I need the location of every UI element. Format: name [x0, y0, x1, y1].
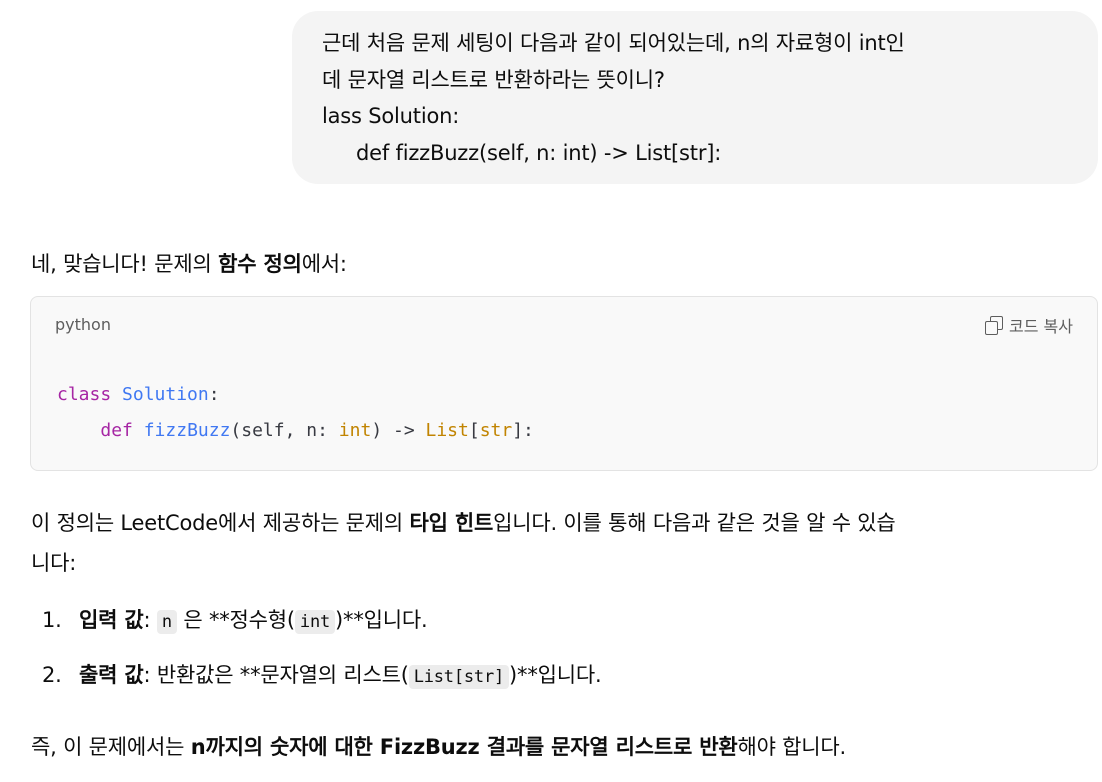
list-text: : [143, 608, 157, 632]
conclusion-text: 즉, 이 문제에서는 [31, 735, 191, 759]
code-language-label: python [55, 315, 111, 334]
user-message-line: 데 문자열 리스트로 반환하라는 뜻이니? [322, 67, 665, 92]
code-block: python 코드 복사 class Solution: def fizzBuz… [30, 296, 1098, 471]
code-params: (self, n: [230, 420, 339, 441]
user-message-line: def fizzBuzz(self, n: int) -> List[str]: [356, 140, 722, 165]
list-number: 2. [42, 663, 62, 687]
code-function-name: fizzBuzz [143, 420, 231, 441]
list-text: )**입니다. [335, 608, 428, 632]
user-message-line: lass Solution: [322, 104, 460, 128]
list-label: 출력 값 [79, 663, 144, 687]
code-punct: ]: [512, 420, 534, 441]
list-label: 입력 값 [79, 608, 144, 632]
conclusion-bold: n까지의 숫자에 대한 FizzBuzz 결과를 문자열 리스트로 반환 [190, 735, 738, 759]
list-text: )**입니다. [509, 663, 602, 687]
copy-icon [985, 316, 1004, 335]
explain-text: 이 정의는 LeetCode에서 제공하는 문제의 [31, 511, 410, 535]
code-keyword: def [100, 420, 133, 441]
list-item: 2. 출력 값: 반환값은 **문자열의 리스트(List[str])**입니다. [42, 655, 602, 697]
code-arrow: ) -> [371, 420, 426, 441]
copy-code-button[interactable]: 코드 복사 [985, 313, 1073, 337]
inline-code: n [156, 610, 177, 634]
user-message-bubble: 근데 처음 문제 세팅이 다음과 같이 되어있는데, n의 자료형이 int인 … [292, 11, 1098, 184]
code-keyword: class [57, 384, 112, 405]
code-type: List [425, 420, 469, 441]
code-type: int [338, 420, 372, 441]
intro-text-end: 에서: [301, 252, 347, 276]
intro-text: 네, 맞습니다! 문제의 [31, 252, 219, 276]
code-type: str [479, 420, 513, 441]
conclusion-text-end: 해야 합니다. [737, 735, 847, 759]
code-content: class Solution: def fizzBuzz(self, n: in… [57, 377, 534, 449]
reply-conclusion: 즉, 이 문제에서는 n까지의 숫자에 대한 FizzBuzz 결과를 문자열 … [31, 727, 846, 767]
reply-explanation: 이 정의는 LeetCode에서 제공하는 문제의 타입 힌트입니다. 이를 통… [31, 503, 1101, 583]
list-number: 1. [42, 608, 62, 632]
code-class-name: Solution [122, 384, 209, 405]
copy-code-label: 코드 복사 [1009, 317, 1073, 336]
intro-bold: 함수 정의 [218, 252, 302, 276]
user-message-line: 근데 처음 문제 세팅이 다음과 같이 되어있는데, n의 자료형이 int인 [322, 31, 905, 55]
code-punct: : [208, 384, 220, 405]
list-text: 은 **정수형( [176, 608, 295, 632]
reply-intro: 네, 맞습니다! 문제의 함수 정의에서: [31, 244, 347, 284]
explain-bold: 타입 힌트 [409, 511, 494, 535]
list-item: 1. 입력 값: n 은 **정수형(int)**입니다. [42, 600, 428, 642]
list-text: : 반환값은 **문자열의 리스트( [143, 663, 409, 687]
code-punct: [ [468, 420, 480, 441]
inline-code: List[str] [408, 665, 510, 689]
inline-code: int [294, 610, 336, 634]
explain-text-wrap: 니다: [31, 551, 77, 575]
explain-text-end: 입니다. 이를 통해 다음과 같은 것을 알 수 있습 [493, 511, 896, 535]
